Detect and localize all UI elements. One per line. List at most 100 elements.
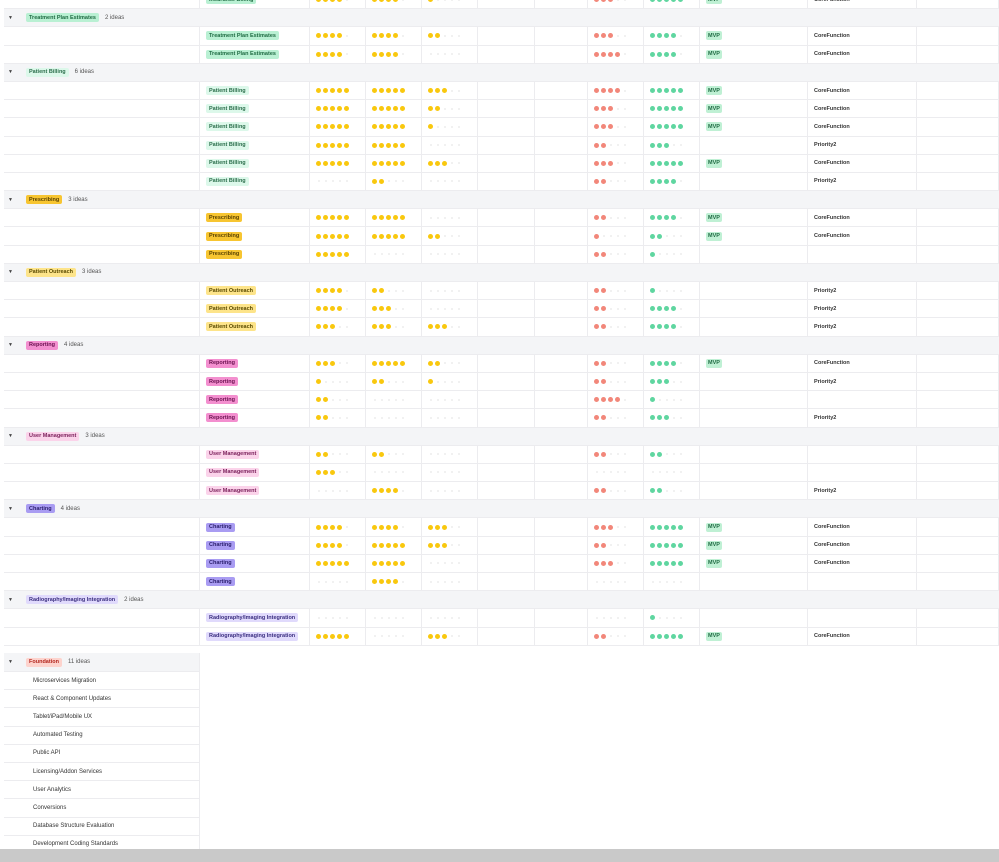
confidence-rating[interactable] [650,33,683,39]
table-row[interactable]: User Management Priority2 [4,482,999,501]
score-rating-1[interactable] [316,324,349,330]
score-rating-1[interactable] [316,51,349,57]
table-row[interactable]: Patient Billing MVP CoreFunction [4,118,999,137]
category-tag[interactable]: Patient Billing [26,67,69,77]
score-rating-2[interactable] [372,416,405,419]
idea-name[interactable]: User Analytics [4,781,200,798]
idea-name[interactable]: Database Structure Evaluation [4,818,200,835]
table-row[interactable]: Patient Billing Priority2 [4,136,999,155]
table-row[interactable]: Prescribing [4,245,999,264]
score-rating-3[interactable] [428,398,461,401]
table-row[interactable]: Reporting [4,391,999,410]
score-rating-2[interactable] [372,560,405,566]
score-rating-3[interactable] [428,416,461,419]
score-rating-2[interactable] [372,288,405,294]
effort-rating[interactable] [594,106,627,112]
score-rating-3[interactable] [428,33,461,39]
category-tag[interactable]: Patient Outreach [206,304,257,314]
category-tag[interactable]: Charting [206,522,235,532]
category-tag[interactable]: User Management [26,431,80,441]
group-header[interactable]: ▼ Patient Outreach 3 ideas [4,263,999,282]
score-rating-3[interactable] [428,144,461,147]
category-tag[interactable]: Reporting [206,395,238,405]
score-rating-3[interactable] [428,379,461,385]
list-item[interactable]: Conversions [4,799,199,818]
score-rating-3[interactable] [428,0,461,3]
effort-rating[interactable] [594,215,627,221]
score-rating-2[interactable] [372,0,405,3]
list-item[interactable]: Tablet/iPad/Mobile UX [4,708,200,727]
confidence-rating[interactable] [650,615,683,621]
table-row[interactable]: User Management [4,445,999,464]
effort-rating[interactable] [594,524,627,530]
table-row[interactable]: Patient Outreach Priority2 [4,300,999,319]
effort-rating[interactable] [594,451,627,457]
score-rating-2[interactable] [372,142,405,148]
category-tag[interactable]: Patient Billing [206,104,249,114]
confidence-rating[interactable] [650,451,683,457]
category-tag[interactable]: Prescribing [206,249,243,259]
confidence-rating[interactable] [650,306,683,312]
chevron-down-icon[interactable]: ▼ [8,597,26,603]
chevron-down-icon[interactable]: ▼ [8,342,26,348]
table-row[interactable]: Patient Outreach Priority2 [4,282,999,301]
group-header[interactable]: ▼ Reporting 4 ideas [4,336,999,355]
table-row[interactable]: Treatment Plan Estimates MVP CoreFunction [4,45,999,64]
group-header[interactable]: ▼ User Management 3 ideas [4,427,999,446]
score-rating-2[interactable] [372,360,405,366]
category-tag[interactable]: Foundation [26,657,62,667]
category-tag[interactable]: Reporting [26,340,58,350]
score-rating-3[interactable] [428,633,461,639]
confidence-rating[interactable] [650,233,683,239]
table-row[interactable]: Insurance Billing MVP CoreFunction [4,0,999,10]
effort-rating[interactable] [594,306,627,312]
category-tag[interactable]: Charting [26,504,55,514]
score-rating-3[interactable] [428,53,461,56]
category-tag[interactable]: Patient Outreach [206,286,257,296]
score-rating-3[interactable] [428,324,461,330]
score-rating-3[interactable] [428,253,461,256]
score-rating-2[interactable] [372,451,405,457]
confidence-rating[interactable] [650,251,683,257]
idea-name[interactable]: Automated Testing [4,727,200,744]
group-header[interactable]: ▼ Foundation 11 ideas [4,653,199,672]
effort-rating[interactable] [594,542,627,548]
table-row[interactable]: Radiography/Imaging Integration MVP CoreFu… [4,627,999,646]
confidence-rating[interactable] [650,397,683,403]
list-item[interactable]: Database Structure Evaluation [4,818,199,836]
score-rating-1[interactable] [316,233,349,239]
category-tag[interactable]: Reporting [206,377,238,387]
category-tag[interactable]: Patient Billing [206,140,249,150]
score-rating-1[interactable] [316,469,349,475]
confidence-rating[interactable] [650,633,683,639]
score-rating-3[interactable] [428,489,461,492]
score-rating-3[interactable] [428,106,461,112]
list-item[interactable]: User Analytics [4,781,200,800]
score-rating-2[interactable] [372,542,405,548]
group-header[interactable]: ▼ Prescribing 3 ideas [4,191,999,210]
group-header[interactable]: ▼ Charting 4 ideas [4,500,999,519]
table-row[interactable]: User Management [4,463,999,483]
confidence-rating[interactable] [650,360,683,366]
score-rating-1[interactable] [316,524,349,530]
score-rating-1[interactable] [316,397,349,403]
effort-rating[interactable] [594,288,627,294]
category-tag[interactable]: Charting [206,577,235,587]
confidence-rating[interactable] [650,379,683,385]
score-rating-2[interactable] [372,398,405,401]
table-row[interactable]: Patient Outreach Priority2 [4,318,999,337]
category-tag[interactable]: Radiography/Imaging Integration [26,595,119,605]
category-tag[interactable]: Reporting [206,413,238,423]
score-rating-3[interactable] [428,307,461,310]
category-tag[interactable]: Prescribing [26,195,63,205]
chevron-down-icon[interactable]: ▼ [8,197,26,203]
score-rating-2[interactable] [372,379,405,385]
idea-name[interactable]: Tablet/iPad/Mobile UX [4,708,200,725]
effort-rating[interactable] [594,580,627,583]
effort-rating[interactable] [594,360,627,366]
effort-rating[interactable] [594,178,627,184]
effort-rating[interactable] [594,488,627,494]
confidence-rating[interactable] [650,0,683,3]
score-rating-2[interactable] [372,635,405,638]
confidence-rating[interactable] [650,288,683,294]
